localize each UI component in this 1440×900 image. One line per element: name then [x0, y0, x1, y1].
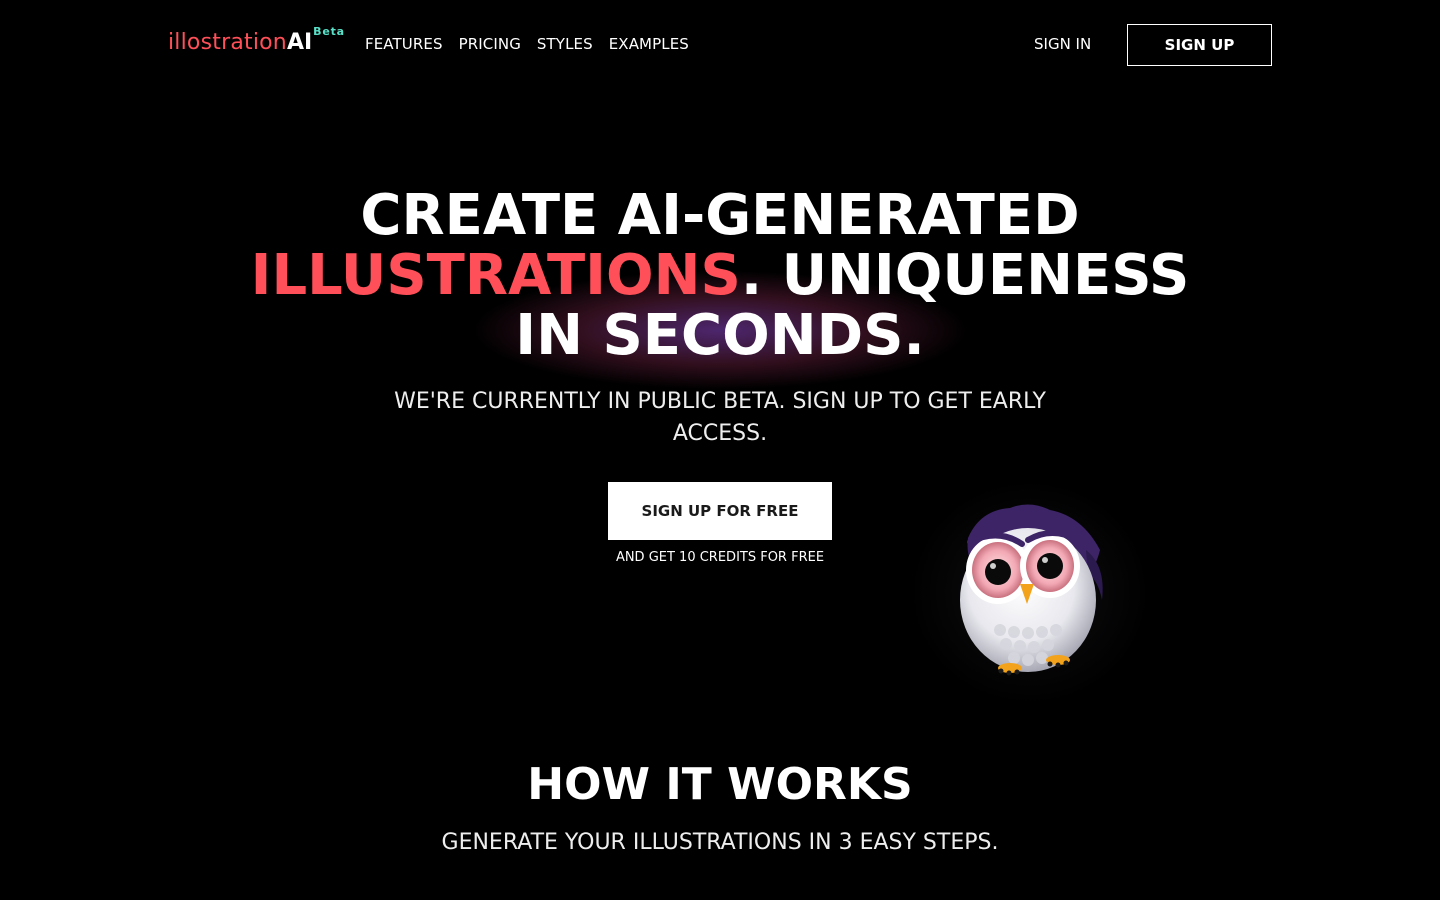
owl-pupil-left	[985, 559, 1011, 585]
how-it-works-title: HOW IT WORKS	[527, 759, 913, 810]
hero-headline: CREATE AI-GENERATED ILLUSTRATIONS. UNIQU…	[220, 186, 1220, 366]
site-header: illostrationAIBeta FEATURES PRICING STYL…	[0, 0, 1440, 90]
sign-in-link[interactable]: SIGN IN	[1034, 35, 1091, 53]
owl-pupil-right	[1037, 553, 1063, 579]
main-nav: FEATURES PRICING STYLES EXAMPLES	[365, 35, 689, 53]
headline-line-2: . UNIQUENESS	[740, 243, 1190, 308]
nav-link-examples[interactable]: EXAMPLES	[609, 35, 689, 53]
nav-link-styles[interactable]: STYLES	[537, 35, 593, 53]
logo-wordmark: illostration	[168, 30, 287, 55]
logo[interactable]: illostrationAIBeta	[168, 25, 345, 60]
logo-ai: AI	[286, 30, 313, 55]
headline-line-3: IN SECONDS.	[515, 303, 925, 368]
headline-line-1: CREATE AI-GENERATED	[360, 183, 1080, 248]
sign-up-free-button[interactable]: SIGN UP FOR FREE	[608, 482, 832, 540]
cta-note: AND GET 10 CREDITS FOR FREE	[615, 550, 825, 565]
nav-link-features[interactable]: FEATURES	[365, 35, 443, 53]
headline-accent: ILLUSTRATIONS	[250, 243, 741, 308]
beta-badge: Beta	[313, 25, 345, 38]
sign-up-button[interactable]: SIGN UP	[1127, 24, 1272, 66]
owl-illustration	[910, 480, 1150, 705]
nav-link-pricing[interactable]: PRICING	[459, 35, 521, 53]
how-it-works-subtitle: GENERATE YOUR ILLUSTRATIONS IN 3 EASY ST…	[441, 830, 999, 855]
hero-subheading: WE'RE CURRENTLY IN PUBLIC BETA. SIGN UP …	[394, 389, 1046, 446]
